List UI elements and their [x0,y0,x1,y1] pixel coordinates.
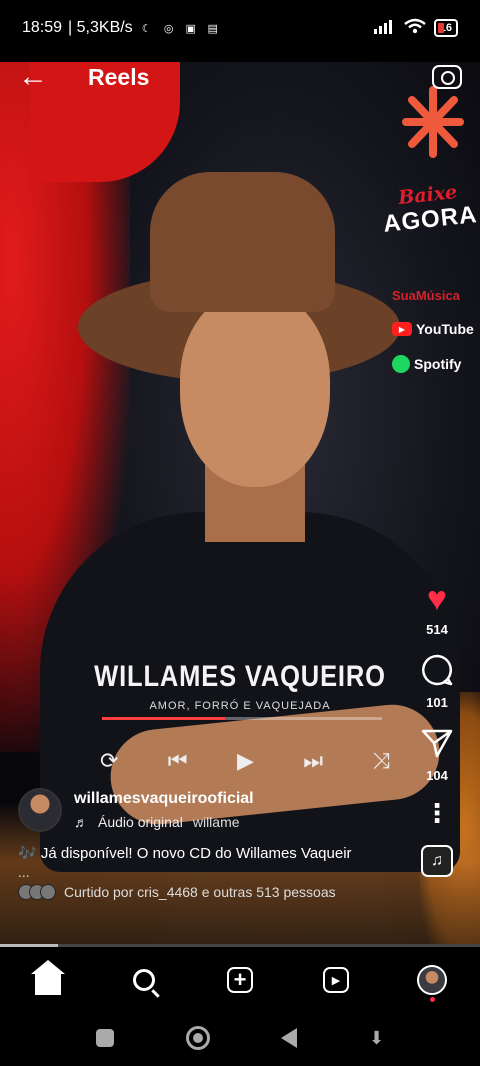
moon-icon: ☾ [141,22,152,35]
author-info: willamesvaqueirooficial ♬ Áudio original… [74,790,254,830]
author-username[interactable]: willamesvaqueirooficial [74,790,254,808]
page-title: Reels [88,63,150,90]
author-row: willamesvaqueirooficial ♬ Áudio original… [18,788,418,832]
plus-icon: + [227,967,253,993]
spotify-icon [392,355,410,373]
wifi-icon [403,18,426,39]
mini-avatar [40,884,56,900]
music-note-icon: ♬ [74,814,88,830]
comment-icon[interactable] [420,653,454,693]
home-icon [31,960,65,995]
artist-name: WILLAMES VAQUEIRO [94,660,386,693]
download-promo: Baixe AGORA [380,179,479,239]
camera-icon[interactable] [432,65,462,89]
system-nav: ⬇ [0,1010,480,1066]
video-progress-bar[interactable] [0,944,480,947]
status-time: 18:59 [22,19,63,36]
person-face [180,292,330,487]
reel-actions: ♥ 514 101 104 ⋮ ♫ [412,580,462,877]
comment-button[interactable]: 101 [420,653,454,710]
liked-by-row[interactable]: Curtido por cris_4468 e outras 513 pesso… [18,884,418,900]
arrow-left-icon[interactable]: ← [18,60,54,94]
sun-star-decoration [402,86,464,158]
platform-label: Spotify [414,356,462,372]
send-icon[interactable] [420,726,454,766]
nav-profile[interactable] [412,960,452,1002]
nav-create[interactable]: + [220,960,260,1000]
music-note-icon: ♫ [431,852,443,869]
liked-avatars [18,884,56,900]
author-avatar[interactable] [18,788,62,832]
artist-subtitle: AMOR, FORRÓ E VAQUEJADA [149,700,331,712]
audio-label: Áudio original [98,814,183,830]
shuffle-icon: ⤨ [372,748,390,773]
platform-list: SuaMúsica ▶ YouTube Spotify [392,288,474,373]
platform-label: YouTube [416,321,474,337]
platform-label: SuaMúsica [392,288,460,303]
player-progress-graphic [102,717,382,720]
caption-more[interactable]: ... [18,864,418,880]
system-home-icon[interactable] [185,1026,210,1050]
liked-by-text: Curtido por cris_4468 e outras 513 pesso… [64,884,336,900]
platform-youtube: ▶ YouTube [392,321,474,337]
youtube-icon: ▶ [392,322,412,336]
share-count: 104 [426,768,448,783]
heart-icon[interactable]: ♥ [427,580,447,620]
like-count: 514 [426,622,448,637]
bottom-nav: + ▶ [0,950,480,1010]
nav-home[interactable] [28,960,68,1000]
audio-row[interactable]: ♬ Áudio original willame [74,814,254,830]
comment-count: 101 [426,695,448,710]
profile-avatar [417,965,447,1002]
reels-header: ← Reels [0,60,480,94]
play-icon: ▶ [236,748,254,773]
previous-icon: ⏮ [167,748,188,773]
sticker-app-icon: ▣ [185,22,196,35]
reels-icon: ▶ [323,967,349,993]
audio-scroll-text: willame [192,814,240,830]
status-bar: 18:59 | 5,3KB/s ☾ ◎ ▣ ▤ 16 [0,0,480,56]
hat-crown [150,172,335,312]
video-progress-fill [0,944,58,947]
nav-search[interactable] [124,960,164,1000]
media-controls-graphic: ⟳ ⏮ ▶ ⏭ ⤨ [100,748,390,774]
status-right: 16 [373,18,458,39]
reel-caption: willamesvaqueirooficial ♬ Áudio original… [18,788,418,900]
nav-reels[interactable]: ▶ [316,960,356,1000]
whatsapp-icon: ◎ [163,22,174,35]
search-icon [133,969,155,991]
network-speed: | 5,3KB/s [68,19,133,36]
down-icon[interactable]: ⬇ [369,1028,384,1049]
next-icon: ⏭ [303,748,324,773]
platform-spotify: Spotify [392,355,474,373]
battery-icon: 16 [433,19,458,37]
caption-text[interactable]: 🎶 Já disponível! O novo CD do Willames V… [18,844,428,862]
repeat-icon: ⟳ [100,748,119,773]
status-left: 18:59 | 5,3KB/s ☾ ◎ ▣ ▤ [22,19,221,37]
like-button[interactable]: ♥ 514 [426,580,448,637]
back-icon[interactable] [281,1028,298,1048]
platform-suamusica: SuaMúsica [392,288,474,303]
message-icon: ▤ [207,22,218,35]
share-button[interactable]: 104 [420,726,454,783]
recents-icon[interactable] [95,1029,114,1047]
more-options-icon[interactable]: ⋮ [424,800,450,826]
signal-icon [373,18,396,39]
